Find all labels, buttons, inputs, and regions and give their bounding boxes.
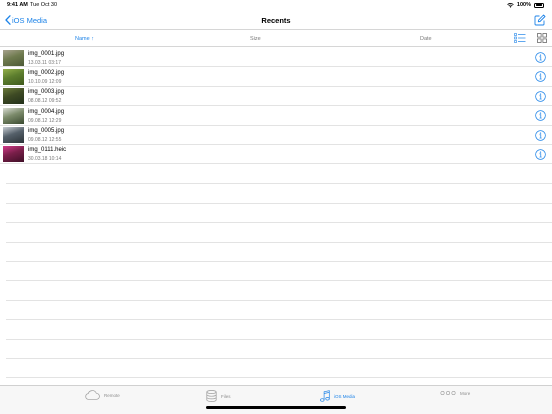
tab-more-label: More <box>460 390 471 396</box>
empty-row <box>6 165 552 185</box>
navigation-bar: iOS Media Recents <box>0 11 552 30</box>
file-date: 09.08.12 12:29 <box>28 117 62 124</box>
file-thumbnail <box>3 146 24 163</box>
tab-remote[interactable]: Remote <box>84 390 120 400</box>
cloud-icon <box>85 390 100 400</box>
empty-row <box>6 281 552 301</box>
column-header: Name ↑ Size Date <box>0 30 552 47</box>
file-thumbnail <box>3 127 24 144</box>
status-right: 100% <box>507 2 544 8</box>
file-list: img_0001.jpg 13.03.11 03:17 img_0002.jpg 10… <box>0 48 552 165</box>
info-icon[interactable] <box>535 52 546 63</box>
info-icon[interactable] <box>535 71 546 83</box>
empty-row <box>6 204 552 224</box>
file-name: img_0001.jpg <box>28 50 65 57</box>
file-date: 30.03.18 10:14 <box>28 156 62 163</box>
empty-row <box>6 359 552 379</box>
empty-row <box>6 262 552 282</box>
file-name: img_0003.jpg <box>28 89 65 96</box>
list-view-icon[interactable] <box>514 33 526 43</box>
status-date: Tue Oct 30 <box>30 2 58 8</box>
tab-ios-media[interactable]: iOS Media <box>320 390 355 402</box>
file-thumbnail <box>3 107 24 124</box>
sort-by-date[interactable]: Date <box>420 36 432 42</box>
empty-row <box>6 301 552 321</box>
wifi-icon <box>507 2 514 8</box>
file-row[interactable]: img_0111.heic 30.03.18 10:14 <box>0 145 552 165</box>
music-note-icon <box>320 390 330 402</box>
file-row[interactable]: img_0005.jpg 09.08.12 12:55 <box>0 126 552 145</box>
info-icon[interactable] <box>535 91 546 102</box>
file-name: img_0004.jpg <box>28 108 65 115</box>
empty-list-area <box>6 165 552 379</box>
file-date: 08.08.12 09:52 <box>28 98 62 105</box>
tab-more[interactable]: More <box>440 390 470 396</box>
file-thumbnail <box>3 88 24 105</box>
tab-ios-media-label: iOS Media <box>334 393 356 399</box>
empty-row <box>6 223 552 243</box>
home-indicator-area <box>0 406 552 414</box>
file-thumbnail <box>3 68 24 85</box>
file-date: 13.03.11 03:17 <box>28 59 61 66</box>
grid-view-icon[interactable] <box>537 33 547 43</box>
more-dots-icon <box>440 390 456 396</box>
empty-row <box>6 340 552 359</box>
status-bar: 9:41 AM Tue Oct 30 100% <box>0 0 552 11</box>
tab-bar: Remote Files iOS Media More <box>0 385 552 406</box>
file-row[interactable]: img_0002.jpg 10.10.09 12:09 <box>0 67 552 87</box>
file-date: 09.08.12 12:55 <box>28 137 62 144</box>
file-row[interactable]: img_0004.jpg 09.08.12 12:29 <box>0 106 552 126</box>
empty-row <box>6 184 552 204</box>
file-name: img_0111.heic <box>28 147 67 154</box>
empty-row <box>6 243 552 262</box>
file-thumbnail <box>3 49 24 66</box>
battery-fill <box>535 4 543 6</box>
file-date: 10.10.09 12:09 <box>28 78 62 85</box>
battery-percent: 100% <box>516 2 531 8</box>
file-row[interactable]: img_0003.jpg 08.08.12 09:52 <box>0 87 552 107</box>
database-icon <box>206 390 217 402</box>
info-icon[interactable] <box>535 110 546 121</box>
sort-by-size[interactable]: Size <box>250 36 261 42</box>
status-time: 9:41 AM <box>7 2 28 8</box>
info-icon[interactable] <box>535 149 546 160</box>
page-title: Recents <box>261 16 291 25</box>
tab-files[interactable]: Files <box>206 390 231 402</box>
file-name: img_0002.jpg <box>28 69 65 76</box>
info-icon[interactable] <box>535 129 546 141</box>
sort-by-name[interactable]: Name ↑ <box>75 36 94 42</box>
file-name: img_0005.jpg <box>28 128 65 135</box>
battery-icon <box>534 2 544 8</box>
empty-row <box>6 320 552 340</box>
compose-icon[interactable] <box>534 14 546 26</box>
tab-remote-label: Remote <box>104 392 120 398</box>
tab-files-label: Files <box>221 393 231 399</box>
home-indicator[interactable] <box>206 406 346 409</box>
file-row[interactable]: img_0001.jpg 13.03.11 03:17 <box>0 48 552 68</box>
